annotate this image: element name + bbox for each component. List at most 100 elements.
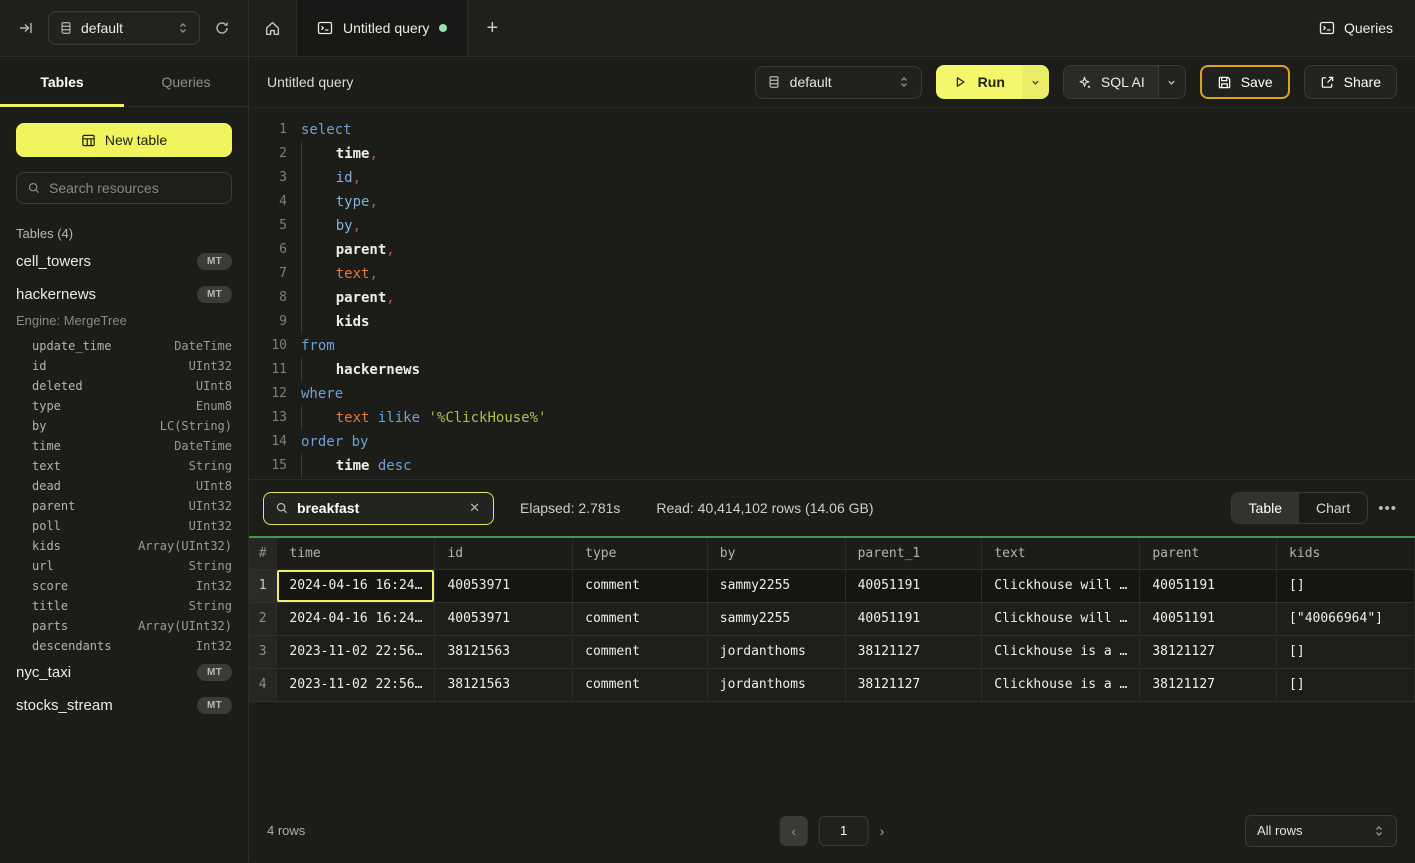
elapsed-time: Elapsed: 2.781s	[520, 500, 620, 516]
table-cell[interactable]: []	[1277, 668, 1415, 701]
table-cell[interactable]: comment	[573, 569, 708, 602]
run-button[interactable]: Run	[936, 65, 1022, 99]
table-cell[interactable]: 40053971	[435, 602, 573, 635]
table-cell[interactable]: jordanthoms	[707, 668, 845, 701]
table-row[interactable]: 32023-11-02 22:56…38121563commentjordant…	[249, 635, 1415, 668]
refresh-button[interactable]	[210, 16, 234, 40]
table-cell[interactable]: ["40066964"]	[1277, 602, 1415, 635]
table-cell[interactable]: 40051191	[845, 569, 982, 602]
column-name: parent	[32, 499, 75, 513]
sidebar-table-hackernews[interactable]: hackernewsMT	[0, 278, 248, 311]
sql-ai-label: SQL AI	[1101, 74, 1145, 90]
column-type: Array(UInt32)	[138, 619, 232, 633]
sql-ai-button[interactable]: SQL AI	[1064, 66, 1158, 98]
table-cell[interactable]: Clickhouse will …	[982, 569, 1140, 602]
table-cell[interactable]: 38121563	[435, 668, 573, 701]
table-cell[interactable]: jordanthoms	[707, 635, 845, 668]
results-search-input[interactable]	[297, 500, 459, 516]
home-tab[interactable]	[249, 0, 297, 56]
table-cell[interactable]: comment	[573, 635, 708, 668]
topbar-database-selector[interactable]: default	[48, 11, 200, 45]
sql-ai-split-button: SQL AI	[1063, 65, 1186, 99]
sidebar-tab-queries[interactable]: Queries	[124, 57, 248, 106]
column-type: LC(String)	[160, 419, 232, 433]
column-header[interactable]: time	[277, 538, 435, 569]
tab-untitled-query[interactable]: Untitled query	[297, 0, 468, 56]
table-cell[interactable]: comment	[573, 602, 708, 635]
code-line: 6 parent,	[249, 238, 1415, 262]
table-cell[interactable]: 38121127	[845, 635, 982, 668]
table-cell[interactable]: 40053971	[435, 569, 573, 602]
table-cell[interactable]: []	[1277, 569, 1415, 602]
column-header[interactable]: text	[982, 538, 1140, 569]
collapse-sidebar-button[interactable]	[14, 16, 38, 40]
table-cell[interactable]: 40051191	[845, 602, 982, 635]
tables-section-title: Tables (4)	[16, 226, 232, 241]
view-toggle-table[interactable]: Table	[1232, 493, 1299, 523]
sidebar-table-stocks_stream[interactable]: stocks_streamMT	[0, 689, 248, 722]
sidebar-tab-tables[interactable]: Tables	[0, 57, 124, 106]
table-row[interactable]: 12024-04-16 16:24…40053971commentsammy22…	[249, 569, 1415, 602]
clear-search-button[interactable]: ✕	[467, 500, 482, 516]
table-row[interactable]: 42023-11-02 22:56…38121563commentjordant…	[249, 668, 1415, 701]
page-number[interactable]: 1	[819, 816, 869, 846]
table-cell[interactable]: 2024-04-16 16:24…	[277, 569, 435, 602]
chevron-updown-icon	[1373, 825, 1385, 837]
view-toggle-chart[interactable]: Chart	[1299, 493, 1367, 523]
column-row: by LC(String)	[0, 416, 248, 436]
table-cell[interactable]: 38121127	[1140, 635, 1277, 668]
results-toolbar: ✕ Elapsed: 2.781s Read: 40,414,102 rows …	[249, 480, 1415, 536]
sidebar-table-nyc_taxi[interactable]: nyc_taxiMT	[0, 656, 248, 689]
code-line: 3 id,	[249, 166, 1415, 190]
table-cell[interactable]: 2023-11-02 22:56…	[277, 635, 435, 668]
column-name: by	[32, 419, 46, 433]
line-number: 15	[261, 454, 287, 478]
save-button[interactable]: Save	[1200, 65, 1290, 99]
table-cell[interactable]: []	[1277, 635, 1415, 668]
query-database-selector[interactable]: default	[755, 66, 922, 99]
column-header[interactable]: parent	[1140, 538, 1277, 569]
column-type: UInt8	[196, 379, 232, 393]
column-header[interactable]: #	[249, 538, 277, 569]
code-line: 14order by	[249, 430, 1415, 454]
table-cell[interactable]: 38121127	[845, 668, 982, 701]
run-options-button[interactable]	[1022, 65, 1049, 99]
table-cell[interactable]: Clickhouse is a …	[982, 668, 1140, 701]
new-table-button[interactable]: New table	[16, 123, 232, 157]
column-header[interactable]: by	[707, 538, 845, 569]
previous-page-button[interactable]: ‹	[780, 816, 808, 846]
table-row[interactable]: 22024-04-16 16:24…40053971commentsammy22…	[249, 602, 1415, 635]
table-cell[interactable]: comment	[573, 668, 708, 701]
column-row: textString	[0, 456, 248, 476]
column-row: update_timeDateTime	[0, 336, 248, 356]
table-cell[interactable]: 40051191	[1140, 569, 1277, 602]
column-header[interactable]: parent_1	[845, 538, 982, 569]
table-cell[interactable]: 2024-04-16 16:24…	[277, 602, 435, 635]
queries-button[interactable]: Queries	[1319, 20, 1393, 36]
table-cell[interactable]: 38121563	[435, 635, 573, 668]
column-header[interactable]: kids	[1277, 538, 1415, 569]
table-cell[interactable]: sammy2255	[707, 602, 845, 635]
new-tab-button[interactable]: +	[468, 0, 516, 56]
sidebar-table-cell_towers[interactable]: cell_towersMT	[0, 245, 248, 278]
sidebar-tabs: Tables Queries	[0, 57, 248, 107]
resource-search-input[interactable]	[49, 180, 221, 196]
line-number: 8	[261, 286, 287, 310]
share-button[interactable]: Share	[1304, 65, 1397, 99]
table-cell[interactable]: sammy2255	[707, 569, 845, 602]
results-more-button[interactable]: •••	[1374, 500, 1401, 517]
engine-badge: MT	[197, 253, 232, 270]
column-row: scoreInt32	[0, 576, 248, 596]
topbar-database-value: default	[81, 20, 169, 36]
table-cell[interactable]: 38121127	[1140, 668, 1277, 701]
column-header[interactable]: id	[435, 538, 573, 569]
column-header[interactable]: type	[573, 538, 708, 569]
sql-ai-options-button[interactable]	[1158, 66, 1185, 98]
next-page-button[interactable]: ›	[880, 823, 885, 839]
table-cell[interactable]: Clickhouse will …	[982, 602, 1140, 635]
table-cell[interactable]: 40051191	[1140, 602, 1277, 635]
page-size-selector[interactable]: All rows	[1245, 815, 1397, 847]
table-cell[interactable]: Clickhouse is a …	[982, 635, 1140, 668]
sql-editor[interactable]: 1select2 time,3 id,4 type,5 by,6 parent,…	[249, 108, 1415, 480]
table-cell[interactable]: 2023-11-02 22:56…	[277, 668, 435, 701]
